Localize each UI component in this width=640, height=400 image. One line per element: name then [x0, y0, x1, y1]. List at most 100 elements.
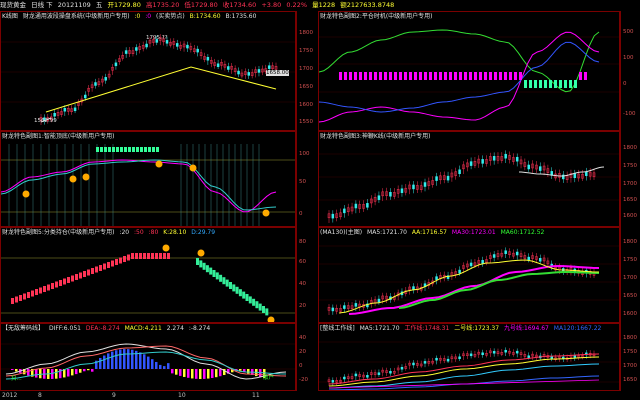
kline-candle — [63, 107, 67, 112]
position-bar — [258, 303, 262, 311]
signal-bar — [489, 72, 492, 80]
quote-close: 收1734.60 — [222, 1, 257, 9]
ma-candle — [458, 269, 461, 274]
chip-line-chart — [1, 343, 295, 380]
kline-candle — [196, 48, 199, 53]
position-bar — [139, 253, 142, 259]
position-bar — [143, 253, 146, 259]
position-bar — [99, 265, 102, 271]
position-bar — [95, 266, 98, 273]
signal-bar — [544, 80, 547, 88]
signal-bar — [364, 72, 367, 80]
position-bar — [209, 267, 213, 275]
chip-line-title: 【无敌筹码线】 DIFF:6.051 DEA:-8.274 MACD:4.211… — [2, 325, 211, 332]
position-bar — [15, 296, 18, 303]
macd-bar — [155, 361, 158, 369]
macd-bar — [107, 353, 110, 369]
signal-bar — [459, 72, 462, 80]
whip-candle — [423, 182, 427, 187]
ma-candle — [331, 307, 335, 312]
kline-candle — [84, 94, 87, 99]
macd-bar — [167, 363, 170, 369]
signal-bar — [449, 72, 452, 80]
quote-weekday: 五 — [95, 1, 103, 9]
position-bar — [159, 253, 162, 259]
close-timing-panel[interactable]: 财龙特色副图2:平仓时机(中级新用户专用) — [318, 11, 620, 131]
ma-candle — [481, 260, 484, 264]
whip-candle — [573, 173, 577, 179]
date-label: 10 — [178, 392, 186, 399]
position-bar — [151, 253, 154, 259]
signal-bar — [474, 72, 477, 80]
position-bar — [47, 284, 50, 291]
macd-bar — [175, 369, 178, 375]
signal-bar — [344, 72, 347, 80]
base-line — [328, 379, 600, 389]
kline-main-axis: 1800 1750 1700 1650 1600 1550 — [296, 11, 318, 131]
signal-bar — [494, 72, 497, 80]
position-bar — [35, 289, 38, 295]
macd-bar — [83, 369, 86, 372]
work-candle — [400, 367, 404, 370]
whip-kline-title: 财龙特色副图3:神鞭K线(中级新用户专用) — [320, 133, 431, 140]
signal-bar — [524, 80, 527, 88]
signal-bar — [116, 147, 119, 152]
macd-bar — [247, 369, 250, 374]
kline-candle — [216, 63, 220, 67]
signal-bar — [504, 72, 507, 80]
position-bar — [131, 253, 134, 259]
position-bar — [155, 253, 158, 259]
signal-marker — [69, 175, 77, 183]
smart-top-bottom-panel[interactable]: 财龙特色副图1:智能顶底(中级新用户专用) — [0, 131, 296, 227]
macd-bar — [119, 349, 122, 369]
kline-main-title: K线图 财龙通用波段操盘系统(中级新用户专用) :0 :0 (买卖势点) B:1… — [2, 13, 257, 20]
macd-bar — [87, 369, 90, 371]
signal-bar — [156, 147, 159, 152]
period-label[interactable]: 日线 下 — [31, 1, 53, 9]
signal-bar — [124, 147, 127, 152]
whip-kline-chart — [319, 150, 619, 223]
signal-bar — [359, 72, 362, 80]
smart-top-bottom-chart — [1, 144, 295, 226]
macd-bar — [215, 369, 218, 378]
ma-main-panel[interactable]: (MA130)(主图) MA5:1721.70 AA:1716.57 MA30:… — [318, 227, 620, 323]
work-line-chart — [319, 341, 619, 390]
work-line-panel[interactable]: [整线工作线] MA5:1721.70 工作线:1748.31 二号线:1723… — [318, 323, 620, 391]
signal-bar — [409, 72, 412, 80]
ma-candle — [492, 254, 496, 258]
quote-open: 开1729.80 — [107, 1, 141, 9]
signal-bar — [519, 72, 522, 80]
ma-candle — [538, 258, 542, 262]
position-bar — [59, 280, 62, 286]
macd-bar — [179, 369, 182, 376]
whip-candle — [469, 161, 473, 166]
kline-main-panel[interactable]: K线图 财龙通用波段操盘系统(中级新用户专用) :0 :0 (买卖势点) B:1… — [0, 11, 296, 131]
position-bar — [107, 262, 110, 268]
position-bar — [215, 272, 219, 280]
position-class-panel[interactable]: 财龙特色副图5:分类持仓(中级新用户专用) :20 :50 :80 K:28.1… — [0, 227, 296, 323]
position-bar — [225, 279, 229, 287]
work-candle — [515, 350, 519, 354]
ma-candle — [515, 251, 519, 256]
symbol-name[interactable]: 现货黄金 — [0, 1, 26, 9]
macd-bar — [187, 369, 190, 378]
date-label: 2012 — [2, 392, 18, 399]
chip-line-panel[interactable]: 【无敌筹码线】 DIFF:6.051 DEA:-8.274 MACD:4.211… — [0, 323, 296, 391]
signal-bar — [529, 80, 532, 88]
low-price-label: 1562.99 — [34, 118, 57, 124]
signal-bar — [136, 147, 139, 152]
whip-kline-axis: 1800 1750 1700 1650 1600 — [620, 131, 640, 227]
date-axis: 2012 8 9 10 11 — [0, 391, 640, 400]
close-timing-title: 财龙特色副图2:平仓时机(中级新用户专用) — [320, 13, 433, 20]
work-candle — [458, 356, 461, 360]
whip-kline-panel[interactable]: 财龙特色副图3:神鞭K线(中级新用户专用) — [318, 131, 620, 227]
macd-bar — [163, 366, 166, 369]
macd-bar — [103, 355, 106, 369]
ma-candle — [504, 250, 507, 254]
whip-candle — [481, 159, 484, 164]
ma-candle — [412, 286, 415, 290]
macd-bar — [39, 369, 42, 379]
macd-bar — [11, 369, 14, 370]
position-bar — [245, 294, 249, 301]
position-bar — [103, 263, 106, 270]
